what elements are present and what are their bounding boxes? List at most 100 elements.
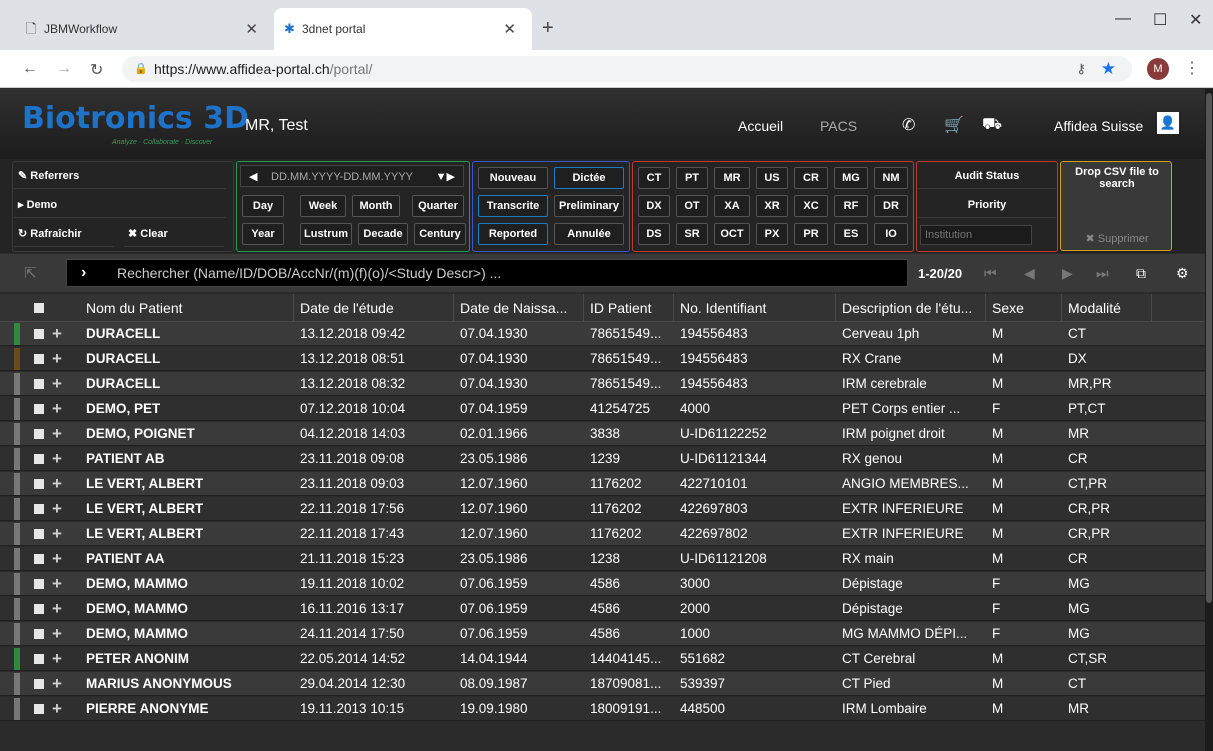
referrers-button[interactable]: ✎ Referrers <box>14 163 226 189</box>
modality-button[interactable]: US <box>756 167 788 189</box>
row-checkbox[interactable] <box>34 629 44 639</box>
row-checkbox[interactable] <box>34 529 44 539</box>
chevron-right-icon[interactable]: › <box>81 260 86 286</box>
expand-icon[interactable]: + <box>52 522 62 546</box>
modality-button[interactable]: NM <box>874 167 908 189</box>
copy-icon[interactable]: ⧉ <box>1136 265 1146 282</box>
export-icon[interactable]: ⇱ <box>24 264 37 282</box>
row-checkbox[interactable] <box>34 479 44 489</box>
forward-icon[interactable]: → <box>56 60 72 78</box>
period-week[interactable]: Week <box>300 195 346 217</box>
expand-icon[interactable]: + <box>52 372 62 396</box>
row-checkbox[interactable] <box>34 404 44 414</box>
modality-button[interactable]: XR <box>756 195 788 217</box>
row-checkbox[interactable] <box>34 429 44 439</box>
expand-icon[interactable]: + <box>52 647 62 671</box>
row-checkbox[interactable] <box>34 654 44 664</box>
modality-button[interactable]: OT <box>676 195 708 217</box>
next-page-icon[interactable]: ▶ <box>1062 265 1073 282</box>
column-header[interactable]: Date de l'étude <box>294 294 454 322</box>
window-close-icon[interactable]: ✕ <box>1189 10 1202 30</box>
search-input[interactable]: › Rechercher (Name/ID/DOB/AccNr/(m)(f)(o… <box>66 259 908 287</box>
period-year[interactable]: Year <box>242 223 284 245</box>
reload-icon[interactable]: ↻ <box>90 60 103 80</box>
modality-button[interactable]: SR <box>676 223 708 245</box>
row-checkbox[interactable] <box>34 579 44 589</box>
expand-icon[interactable]: + <box>52 322 62 346</box>
expand-icon[interactable]: + <box>52 697 62 721</box>
modality-button[interactable]: IO <box>874 223 908 245</box>
browser-tab-jbmworkflow[interactable]: 🗋 JBMWorkflow ✕ <box>16 8 274 50</box>
modality-button[interactable]: MR <box>714 167 750 189</box>
row-checkbox[interactable] <box>34 379 44 389</box>
period-day[interactable]: Day <box>242 195 284 217</box>
table-row[interactable]: + DURACELL 13.12.2018 08:51 07.04.1930 78651… <box>0 347 1205 371</box>
organization[interactable]: Affidea Suisse <box>1054 118 1143 134</box>
modality-button[interactable]: PT <box>676 167 708 189</box>
table-row[interactable]: + LE VERT, ALBERT 23.11.2018 09:03 12.07.19… <box>0 472 1205 496</box>
url-field[interactable]: 🔒 https://www.affidea-portal.ch/portal/ … <box>122 56 1132 82</box>
audit-status-button[interactable]: Audit Status <box>918 163 1056 189</box>
row-checkbox[interactable] <box>34 329 44 339</box>
modality-button[interactable]: DR <box>874 195 908 217</box>
delete-button[interactable]: ✖ Supprimer <box>1065 232 1169 245</box>
nav-home[interactable]: Accueil <box>738 118 783 134</box>
prev-page-icon[interactable]: ◀ <box>1024 265 1035 282</box>
minimize-icon[interactable]: — <box>1115 10 1131 28</box>
back-icon[interactable]: ← <box>22 60 38 78</box>
row-checkbox[interactable] <box>34 604 44 614</box>
modality-button[interactable]: CT <box>638 167 670 189</box>
modality-button[interactable]: DS <box>638 223 670 245</box>
cart-icon[interactable]: 🛒 <box>944 115 964 135</box>
key-icon[interactable]: ⚷ <box>1076 56 1086 82</box>
close-icon[interactable]: ✕ <box>503 20 516 38</box>
row-checkbox[interactable] <box>34 504 44 514</box>
expand-icon[interactable]: + <box>52 622 62 646</box>
institution-input[interactable] <box>920 225 1032 245</box>
column-header[interactable]: Modalité <box>1062 294 1152 322</box>
row-checkbox[interactable] <box>34 354 44 364</box>
table-row[interactable]: + DEMO, MAMMO 16.11.2016 13:17 07.06.1959 45… <box>0 597 1205 621</box>
date-range-input[interactable]: ◀ DD.MM.YYYY-DD.MM.YYYY ▼▶ <box>240 165 464 187</box>
date-dropdown-icon[interactable]: ▼▶ <box>436 166 455 188</box>
browser-menu-icon[interactable]: ⋮ <box>1184 58 1200 78</box>
period-quarter[interactable]: Quarter <box>412 195 464 217</box>
column-header[interactable]: Date de Naissa... <box>454 294 584 322</box>
page-scrollbar[interactable] <box>1205 89 1213 751</box>
expand-icon[interactable]: + <box>52 472 62 496</box>
modality-button[interactable]: XA <box>714 195 750 217</box>
table-row[interactable]: + DEMO, MAMMO 19.11.2018 10:02 07.06.1959 45… <box>0 572 1205 596</box>
status-dictee[interactable]: Dictée <box>554 167 624 189</box>
table-row[interactable]: + DEMO, MAMMO 24.11.2014 17:50 07.06.1959 45… <box>0 622 1205 646</box>
row-checkbox[interactable] <box>34 679 44 689</box>
expand-icon[interactable]: + <box>52 497 62 521</box>
table-row[interactable]: + LE VERT, ALBERT 22.11.2018 17:43 12.07.19… <box>0 522 1205 546</box>
column-header[interactable]: Sexe <box>986 294 1062 322</box>
column-header[interactable]: Description de l'étu... <box>836 294 986 322</box>
row-checkbox[interactable] <box>34 704 44 714</box>
row-checkbox[interactable] <box>34 454 44 464</box>
status-reported[interactable]: Reported <box>478 223 548 245</box>
expand-icon[interactable]: + <box>52 547 62 571</box>
column-header[interactable]: Nom du Patient <box>80 294 294 322</box>
period-century[interactable]: Century <box>414 223 466 245</box>
refresh-button[interactable]: ↻ Rafraîchir <box>14 221 114 247</box>
chevron-left-icon[interactable]: ◀ <box>249 166 257 188</box>
table-row[interactable]: + LE VERT, ALBERT 22.11.2018 17:56 12.07.19… <box>0 497 1205 521</box>
period-month[interactable]: Month <box>352 195 400 217</box>
status-preliminary[interactable]: Preliminary <box>554 195 624 217</box>
demo-button[interactable]: ▸ Demo <box>14 192 226 218</box>
expand-icon[interactable]: + <box>52 672 62 696</box>
cart-full-icon[interactable]: ⛟ <box>982 115 1002 135</box>
modality-button[interactable]: XC <box>794 195 828 217</box>
first-page-icon[interactable]: ⏮ <box>984 265 997 282</box>
priority-button[interactable]: Priority <box>918 192 1056 218</box>
browser-tab-3dnet[interactable]: ✱ 3dnet portal ✕ <box>274 8 532 50</box>
settings-icon[interactable]: ⚙ <box>1176 265 1189 282</box>
expand-icon[interactable]: + <box>52 597 62 621</box>
new-tab-button[interactable]: + <box>542 17 554 40</box>
modality-button[interactable]: ES <box>834 223 868 245</box>
table-row[interactable]: + PATIENT AB 23.11.2018 09:08 23.05.1986 123… <box>0 447 1205 471</box>
table-row[interactable]: + DURACELL 13.12.2018 08:32 07.04.1930 78651… <box>0 372 1205 396</box>
modality-button[interactable]: CR <box>794 167 828 189</box>
